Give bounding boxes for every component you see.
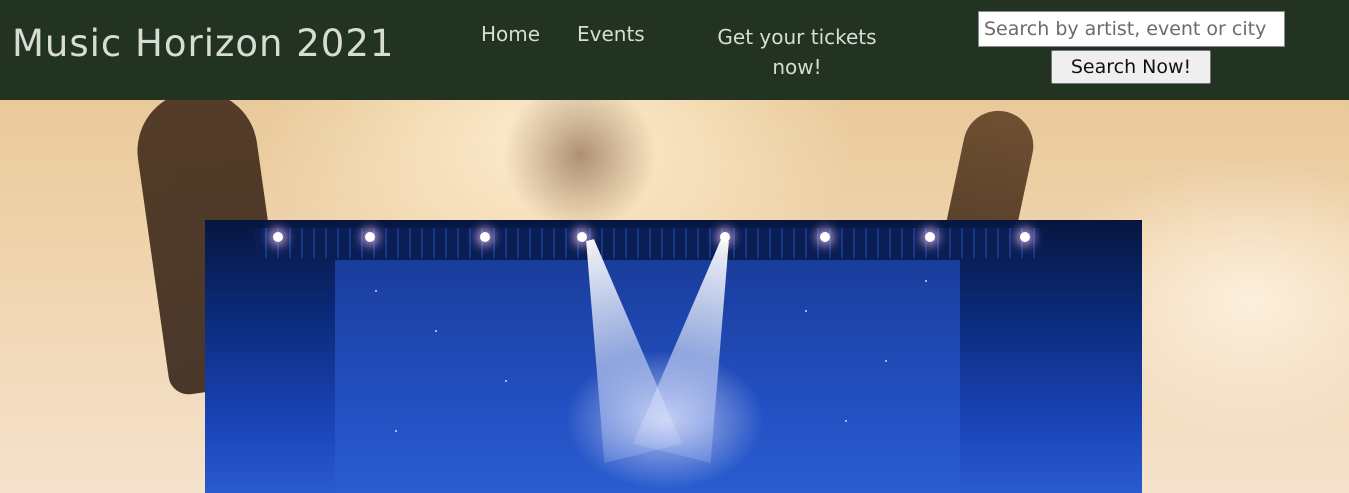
stage-haze (565, 350, 765, 490)
hero-performer-blur (500, 100, 660, 230)
navbar: Music Horizon 2021 Home Events Get your … (0, 0, 1349, 100)
hero-image (0, 100, 1349, 493)
stage-sparkle (435, 330, 437, 332)
stage-sparkle (505, 380, 507, 382)
stage-light (1020, 232, 1030, 242)
search-button[interactable]: Search Now! (1051, 50, 1211, 84)
stage-light (480, 232, 490, 242)
stage-light (577, 232, 587, 242)
stage-light (925, 232, 935, 242)
stage-sparkle (885, 360, 887, 362)
stage-light (365, 232, 375, 242)
stage-sparkle (925, 280, 927, 282)
stage-light (820, 232, 830, 242)
stage-image (205, 220, 1142, 493)
site-title: Music Horizon 2021 (12, 22, 395, 65)
nav-events-link[interactable]: Events (577, 22, 645, 46)
stage-sparkle (805, 310, 807, 312)
search-input[interactable] (978, 11, 1285, 47)
stage-sparkle (395, 430, 397, 432)
nav-home-link[interactable]: Home (481, 22, 540, 46)
stage-sparkle (375, 290, 377, 292)
nav-tickets-link[interactable]: Get your tickets now! (700, 22, 894, 82)
stage-sparkle (845, 420, 847, 422)
stage-light (273, 232, 283, 242)
